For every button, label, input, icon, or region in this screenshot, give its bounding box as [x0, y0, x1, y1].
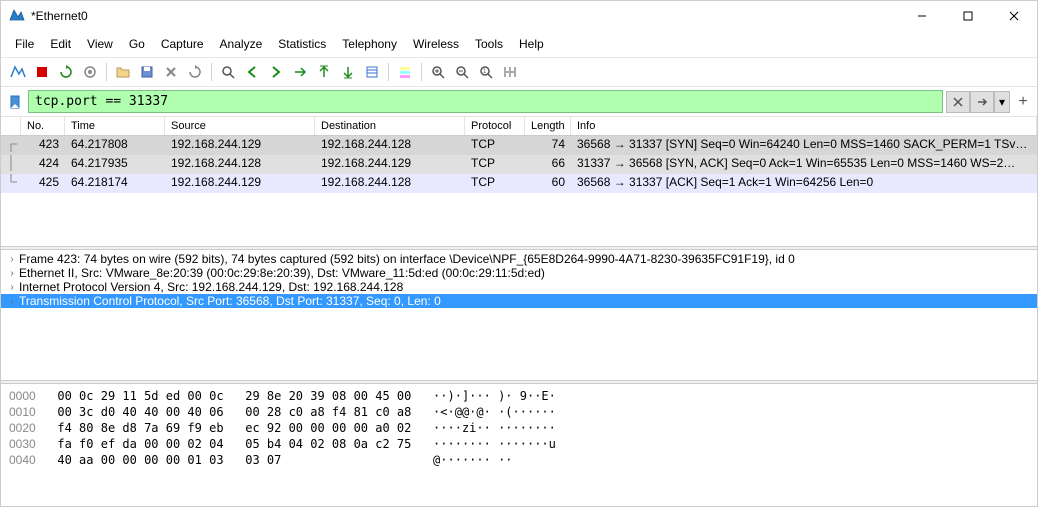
zoom-out-icon[interactable] — [451, 61, 473, 83]
packet-list[interactable]: 42364.217808192.168.244.129192.168.244.1… — [1, 136, 1037, 246]
go-back-icon[interactable] — [241, 61, 263, 83]
col-source[interactable]: Source — [165, 117, 315, 135]
clear-filter-button[interactable] — [946, 91, 970, 113]
colorize-icon[interactable] — [394, 61, 416, 83]
find-packet-icon[interactable] — [217, 61, 239, 83]
restart-capture-icon[interactable] — [55, 61, 77, 83]
packet-list-header: No. Time Source Destination Protocol Len… — [1, 117, 1037, 136]
expand-icon[interactable]: › — [5, 282, 19, 293]
filter-bar: ▾ + — [1, 87, 1037, 117]
close-button[interactable] — [991, 1, 1037, 31]
hex-dump[interactable]: 0000 00 0c 29 11 5d ed 00 0c 29 8e 20 39… — [1, 384, 1037, 506]
autoscroll-icon[interactable] — [361, 61, 383, 83]
open-file-icon[interactable] — [112, 61, 134, 83]
go-last-icon[interactable] — [337, 61, 359, 83]
reload-file-icon[interactable] — [184, 61, 206, 83]
go-first-icon[interactable] — [313, 61, 335, 83]
expand-icon[interactable]: › — [5, 296, 19, 307]
packet-row[interactable]: 42464.217935192.168.244.128192.168.244.1… — [1, 155, 1037, 174]
detail-row[interactable]: ›Ethernet II, Src: VMware_8e:20:39 (00:0… — [1, 266, 1037, 280]
goto-packet-icon[interactable] — [289, 61, 311, 83]
bookmark-filter-icon[interactable] — [5, 92, 25, 112]
menu-view[interactable]: View — [79, 33, 121, 55]
start-capture-icon[interactable] — [7, 61, 29, 83]
packet-row[interactable]: 42364.217808192.168.244.129192.168.244.1… — [1, 136, 1037, 155]
wireshark-icon — [9, 7, 25, 26]
go-forward-icon[interactable] — [265, 61, 287, 83]
window-title: *Ethernet0 — [31, 9, 88, 23]
detail-row[interactable]: ›Transmission Control Protocol, Src Port… — [1, 294, 1037, 308]
menu-capture[interactable]: Capture — [153, 33, 212, 55]
zoom-in-icon[interactable] — [427, 61, 449, 83]
detail-row[interactable]: ›Internet Protocol Version 4, Src: 192.1… — [1, 280, 1037, 294]
menu-go[interactable]: Go — [121, 33, 153, 55]
apply-filter-button[interactable] — [970, 91, 994, 113]
col-length[interactable]: Length — [525, 117, 571, 135]
save-file-icon[interactable] — [136, 61, 158, 83]
menu-help[interactable]: Help — [511, 33, 552, 55]
close-file-icon[interactable] — [160, 61, 182, 83]
display-filter-input[interactable] — [28, 90, 943, 113]
menu-file[interactable]: File — [7, 33, 42, 55]
menu-analyze[interactable]: Analyze — [212, 33, 271, 55]
menu-tools[interactable]: Tools — [467, 33, 511, 55]
stop-capture-icon[interactable] — [31, 61, 53, 83]
packet-details[interactable]: ›Frame 423: 74 bytes on wire (592 bits),… — [1, 250, 1037, 380]
menu-edit[interactable]: Edit — [42, 33, 79, 55]
expand-icon[interactable]: › — [5, 268, 19, 279]
add-filter-button[interactable]: + — [1013, 92, 1033, 112]
col-destination[interactable]: Destination — [315, 117, 465, 135]
titlebar: *Ethernet0 — [1, 1, 1037, 31]
menu-statistics[interactable]: Statistics — [270, 33, 334, 55]
capture-options-icon[interactable] — [79, 61, 101, 83]
col-time[interactable]: Time — [65, 117, 165, 135]
menu-telephony[interactable]: Telephony — [334, 33, 405, 55]
menu-wireless[interactable]: Wireless — [405, 33, 467, 55]
expand-icon[interactable]: › — [5, 254, 19, 265]
minimize-button[interactable] — [899, 1, 945, 31]
packet-row[interactable]: 42564.218174192.168.244.129192.168.244.1… — [1, 174, 1037, 193]
col-protocol[interactable]: Protocol — [465, 117, 525, 135]
col-no[interactable]: No. — [21, 117, 65, 135]
menubar: File Edit View Go Capture Analyze Statis… — [1, 31, 1037, 58]
detail-row[interactable]: ›Frame 423: 74 bytes on wire (592 bits),… — [1, 252, 1037, 266]
zoom-reset-icon[interactable]: 1 — [475, 61, 497, 83]
filter-history-dropdown[interactable]: ▾ — [994, 91, 1010, 113]
resize-columns-icon[interactable] — [499, 61, 521, 83]
col-info[interactable]: Info — [571, 117, 1037, 135]
toolbar: 1 — [1, 58, 1037, 87]
maximize-button[interactable] — [945, 1, 991, 31]
